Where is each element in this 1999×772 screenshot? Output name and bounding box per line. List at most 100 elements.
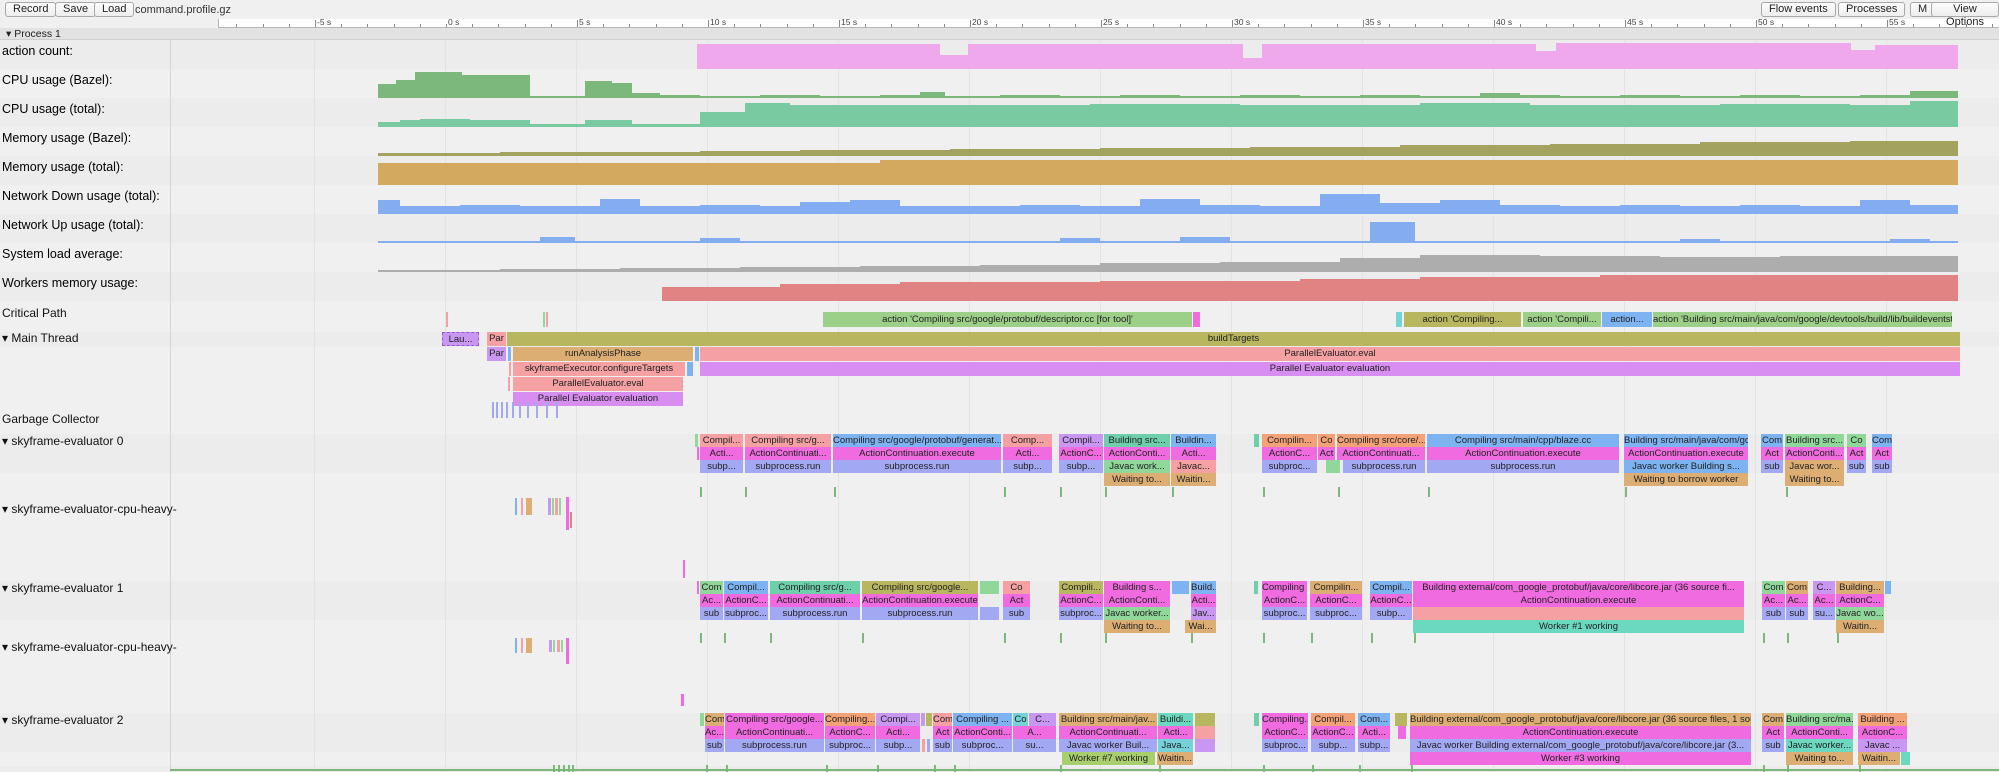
track-block[interactable]: Compiling ...: [1262, 581, 1307, 594]
track-block[interactable]: ActionContinuati...: [725, 726, 824, 739]
track-block[interactable]: Par: [487, 332, 506, 346]
counter-chart-segment[interactable]: [1370, 222, 1415, 243]
counter-chart-segment[interactable]: [968, 44, 1243, 69]
processes-button[interactable]: Processes: [1838, 2, 1905, 17]
counter-chart-segment[interactable]: [820, 96, 880, 98]
track-block[interactable]: subp...: [1311, 739, 1355, 752]
track-tick[interactable]: [492, 402, 494, 418]
track-tick[interactable]: [548, 498, 551, 515]
track-block[interactable]: Ac...: [700, 594, 723, 607]
track-block[interactable]: Compil...: [1370, 581, 1412, 594]
counter-chart-segment[interactable]: [1500, 205, 1560, 214]
track-block[interactable]: Com: [700, 581, 723, 594]
counter-chart-segment[interactable]: [662, 287, 780, 301]
track-tick[interactable]: [512, 402, 514, 418]
counter-chart-segment[interactable]: [700, 96, 760, 98]
counter-chart-segment[interactable]: [600, 199, 640, 214]
counter-chart-segment[interactable]: [1910, 91, 1958, 98]
counter-chart-segment[interactable]: [800, 150, 950, 156]
counter-chart-segment[interactable]: [378, 153, 500, 156]
track-block[interactable]: runAnalysisPhase: [513, 347, 693, 361]
counter-chart-segment[interactable]: [1600, 275, 1958, 301]
micro-tick[interactable]: [1159, 765, 1161, 772]
counter-chart-segment[interactable]: [900, 282, 1100, 301]
track-block[interactable]: Building external/com_google_protobuf/ja…: [1413, 581, 1744, 594]
track-block[interactable]: ParallelEvaluator.eval: [700, 347, 1960, 361]
counter-chart-segment[interactable]: [660, 95, 700, 98]
counter-chart-segment[interactable]: [520, 206, 560, 214]
track-block[interactable]: Buildi...: [1158, 713, 1193, 726]
track-block[interactable]: Comp...: [1003, 434, 1052, 447]
track-block[interactable]: [700, 713, 704, 726]
track-block[interactable]: Javac wo...: [1836, 607, 1884, 620]
counter-chart-segment[interactable]: [1400, 145, 1550, 156]
track-block[interactable]: [687, 362, 693, 376]
micro-tick[interactable]: [954, 765, 956, 772]
counter-chart-segment[interactable]: [1230, 241, 1370, 243]
track-block[interactable]: action 'Building src/main/java/com/googl…: [1653, 312, 1952, 327]
track-block[interactable]: Compili...: [1059, 581, 1103, 594]
track-block[interactable]: Javac worker...: [1104, 607, 1170, 620]
track-block[interactable]: Co: [1003, 581, 1030, 594]
micro-tick[interactable]: [1263, 765, 1265, 772]
track-block[interactable]: [1326, 460, 1340, 473]
counter-chart-segment[interactable]: [1300, 279, 1420, 301]
counter-chart-segment[interactable]: [1900, 256, 1958, 272]
track-block[interactable]: ActionC...: [724, 594, 768, 607]
counter-chart-segment[interactable]: [1850, 105, 1910, 127]
micro-tick[interactable]: [1414, 633, 1416, 643]
track-block[interactable]: Co: [1847, 434, 1866, 447]
counter-chart-segment[interactable]: [960, 206, 1020, 214]
track-block[interactable]: subproc...: [1059, 607, 1103, 620]
track-block[interactable]: [508, 347, 511, 361]
track-block[interactable]: [1193, 312, 1200, 327]
track-block[interactable]: Building s...: [1104, 581, 1170, 594]
counter-chart-segment[interactable]: [396, 80, 415, 98]
track-block[interactable]: sub: [1847, 460, 1866, 473]
track-block[interactable]: ActionC...: [1311, 726, 1355, 739]
track-label[interactable]: ▾ Main Thread: [2, 331, 79, 345]
track-block[interactable]: Waiting to borrow worker: [1624, 473, 1748, 486]
track-block[interactable]: ActionC...: [1262, 726, 1308, 739]
track-block[interactable]: sub: [1762, 607, 1785, 620]
counter-chart-segment[interactable]: [1890, 239, 1930, 243]
track-block[interactable]: Jav...: [1191, 607, 1216, 620]
track-block[interactable]: subprocess.run: [862, 607, 978, 620]
micro-tick[interactable]: [726, 765, 728, 772]
track-block[interactable]: Building external/com_google_protobuf/ja…: [1410, 713, 1751, 726]
track-block[interactable]: [697, 581, 699, 594]
track-block[interactable]: sub: [700, 607, 723, 620]
counter-chart-segment[interactable]: [1420, 277, 1600, 301]
track-block[interactable]: [509, 362, 511, 376]
track-label[interactable]: ▾ skyframe-evaluator-cpu-heavy-: [2, 640, 177, 654]
track-block[interactable]: su...: [1813, 607, 1835, 620]
counter-chart-segment[interactable]: [1620, 205, 1680, 214]
track-tick[interactable]: [561, 640, 563, 652]
track-tick[interactable]: [506, 402, 508, 418]
counter-chart-segment[interactable]: [860, 266, 980, 272]
counter-chart-segment[interactable]: [1060, 96, 1120, 98]
track-tick[interactable]: [552, 498, 554, 515]
track-block[interactable]: ActionConti...: [1104, 447, 1170, 460]
track-block[interactable]: [695, 347, 699, 361]
micro-tick[interactable]: [572, 765, 574, 772]
track-block[interactable]: Building src/main/jav...: [1059, 713, 1157, 726]
counter-chart-segment[interactable]: [1060, 238, 1100, 243]
micro-tick[interactable]: [1859, 765, 1861, 772]
counter-chart-segment[interactable]: [1910, 101, 1958, 127]
track-tick[interactable]: [546, 402, 548, 418]
counter-chart-segment[interactable]: [620, 268, 740, 272]
track-block[interactable]: Building src/ma...: [1786, 713, 1853, 726]
track-block[interactable]: sub: [1762, 739, 1784, 752]
counter-chart-segment[interactable]: [1850, 141, 1958, 156]
counter-chart-segment[interactable]: [1560, 96, 1620, 98]
counter-chart-segment[interactable]: [400, 206, 460, 214]
counter-chart-segment[interactable]: [1320, 194, 1380, 214]
track-block[interactable]: C...: [1813, 581, 1835, 594]
micro-tick[interactable]: [1411, 765, 1413, 772]
track-label[interactable]: Critical Path: [2, 306, 67, 320]
track-tick[interactable]: [521, 498, 523, 515]
track-block[interactable]: [508, 377, 510, 391]
track-block[interactable]: Act: [933, 726, 952, 739]
counter-chart-segment[interactable]: [945, 96, 1000, 98]
